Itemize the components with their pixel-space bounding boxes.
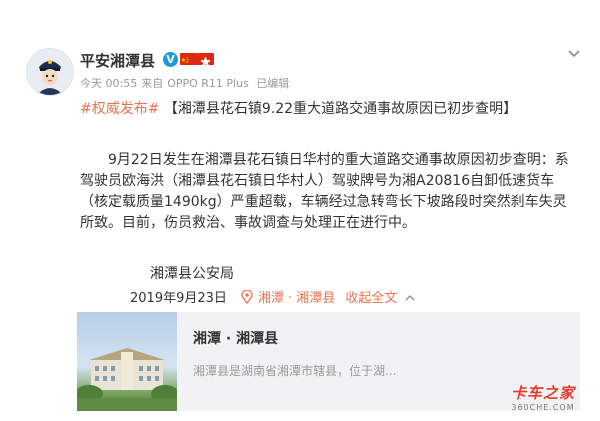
collapse-label: 收起全文 (345, 291, 398, 306)
author-avatar[interactable] (26, 48, 74, 96)
china-flag-icon (180, 53, 197, 65)
location-card-thumbnail (77, 312, 177, 411)
location-text: 湘潭 · 湘潭县 (257, 291, 336, 306)
edited-label: 已编辑 (256, 77, 290, 90)
post-meta: 今天 00:55 来自 OPPO R11 Plus 已编辑 (80, 75, 293, 91)
hashtag-link[interactable]: #权威发布# (80, 101, 159, 117)
hongkong-flag-icon (197, 53, 214, 65)
body-text: 9月22日发生在湘潭县花石镇日华村的重大道路交通事故原因初步查明：系驾驶员欧海洪… (80, 152, 569, 231)
location-link[interactable]: 湘潭 · 湘潭县 (227, 287, 335, 306)
post-time[interactable]: 今天 00:55 (80, 77, 137, 90)
verified-v-icon: V (163, 52, 178, 67)
watermark-logo: 卡车之家 360CHE.COM (504, 382, 582, 412)
source-device[interactable]: OPPO R11 Plus (167, 77, 249, 90)
post-signature: 湘潭县公安局 (150, 266, 234, 282)
location-pin-icon (241, 289, 253, 304)
source-prefix: 来自 (141, 77, 164, 90)
chevron-up-icon (406, 295, 415, 301)
post-headline: #权威发布# 【湘潭县花石镇9.22重大道路交通事故原因已初步查明】 (80, 98, 517, 118)
location-card-title: 湘潭 · 湘潭县 (193, 331, 279, 347)
post-body: 9月22日发生在湘潭县花石镇日华村的重大道路交通事故原因初步查明：系驾驶员欧海洪… (80, 150, 580, 234)
location-card-description: 湘潭县是湖南省湘潭市辖县，位于湖... (193, 364, 397, 378)
post-footer: 2019年9月23日 湘潭 · 湘潭县 收起全文 (130, 287, 415, 306)
watermark-main: 卡车之家 (510, 384, 575, 402)
collapse-button[interactable]: 收起全文 (345, 287, 415, 306)
author-name[interactable]: 平安湘潭县 (80, 50, 155, 71)
chevron-down-icon[interactable] (567, 46, 581, 60)
headline-text: 【湘潭县花石镇9.22重大道路交通事故原因已初步查明】 (163, 101, 518, 117)
post-date: 2019年9月23日 (130, 291, 227, 306)
watermark-sub: 360CHE.COM (511, 403, 575, 412)
